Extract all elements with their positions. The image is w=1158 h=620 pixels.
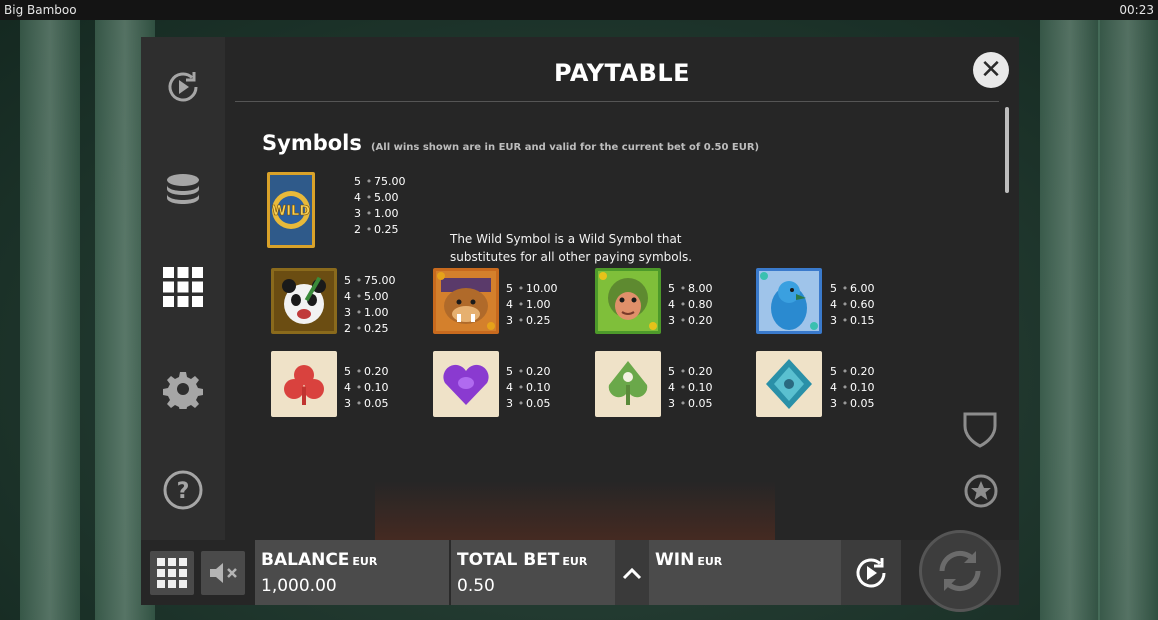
spin-button[interactable]	[919, 530, 1001, 612]
balance-currency: EUR	[352, 555, 378, 568]
mute-icon	[210, 563, 237, 583]
monkey-symbol-image	[595, 268, 661, 334]
heart-symbol-image	[433, 351, 499, 417]
total-bet-display: TOTAL BET EUR 0.50	[451, 540, 615, 605]
svg-text:?: ?	[177, 479, 190, 504]
bear-pays: 5 • 10.00 4 • 1.00 3 • 0.25	[506, 282, 558, 327]
paytable-content: Symbols (All wins shown are in EUR and v…	[225, 101, 985, 540]
bear-symbol-image	[433, 268, 499, 334]
win-display: WIN EUR	[649, 540, 841, 605]
menu-button[interactable]	[150, 551, 194, 595]
help-icon[interactable]: ?	[163, 470, 203, 510]
symbols-heading: Symbols (All wins shown are in EUR and v…	[262, 131, 759, 155]
chevron-up-icon	[622, 567, 642, 579]
star-icon[interactable]	[963, 473, 999, 509]
mute-button[interactable]	[201, 551, 245, 595]
clock: 00:23	[1119, 3, 1154, 17]
spade-pays: 5 • 0.20 4 • 0.10 3 • 0.05	[668, 365, 713, 410]
paytable-title: PAYTABLE	[553, 59, 691, 87]
spin-icon	[939, 550, 981, 592]
autoplay-icon	[856, 557, 886, 587]
close-icon: ✕	[980, 55, 1002, 85]
balance-value: 1,000.00	[261, 576, 337, 596]
bottom-bar: BALANCE EUR 1,000.00 TOTAL BET EUR 0.50 WI…	[141, 530, 1019, 612]
close-button[interactable]: ✕	[973, 52, 1009, 88]
heart-pays: 5 • 0.20 4 • 0.10 3 • 0.05	[506, 365, 551, 410]
club-symbol-image	[271, 351, 337, 417]
balance-display: BALANCE EUR 1,000.00	[255, 540, 449, 605]
bet-increase-button[interactable]	[615, 540, 649, 605]
autoplay-button[interactable]	[841, 540, 901, 605]
grid-menu-icon	[157, 558, 187, 588]
diamond-pays: 5 • 0.20 4 • 0.10 3 • 0.05	[830, 365, 875, 410]
bird-pays: 5 • 6.00 4 • 0.60 3 • 0.15	[830, 282, 875, 327]
wild-label: WILD	[272, 204, 310, 219]
section-note: (All wins shown are in EUR and valid for…	[370, 142, 760, 153]
settings-icon[interactable]	[163, 369, 203, 409]
autoplay-icon[interactable]	[163, 67, 203, 107]
section-title: Symbols	[262, 131, 362, 155]
scrollbar[interactable]	[1005, 107, 1009, 193]
paytable-panel: ? PAYTABLE ✕ Symbols (All wins shown are…	[141, 37, 1019, 605]
win-currency: EUR	[697, 555, 723, 568]
bird-symbol-image	[756, 268, 822, 334]
wild-description: The Wild Symbol is a Wild Symbol that su…	[450, 232, 693, 264]
win-label: WIN	[655, 550, 695, 570]
spin-area	[901, 530, 1019, 612]
club-pays: 5 • 0.20 4 • 0.10 3 • 0.05	[344, 365, 389, 410]
window-title: Big Bamboo	[4, 3, 77, 17]
window-title-bar: Big Bamboo 00:23	[0, 0, 1158, 20]
wild-pays: 5 • 75.00 4 • 5.00 3 • 1.00 2 • 0.25	[354, 175, 406, 236]
menu-rail: ?	[141, 37, 225, 540]
grid-menu-icon[interactable]	[163, 267, 203, 307]
wild-symbol-image: WILD	[267, 172, 315, 248]
total-bet-label: TOTAL BET	[457, 550, 560, 570]
monkey-pays: 5 • 8.00 4 • 0.80 3 • 0.20	[668, 282, 713, 327]
total-bet-value: 0.50	[457, 576, 495, 596]
coins-icon[interactable]	[163, 169, 203, 209]
total-bet-currency: EUR	[562, 555, 588, 568]
panda-pays: 5 • 75.00 4 • 5.00 3 • 1.00 2 • 0.25	[344, 274, 396, 335]
shield-icon[interactable]	[963, 412, 997, 448]
panda-symbol-image	[271, 268, 337, 334]
diamond-symbol-image	[756, 351, 822, 417]
spade-symbol-image	[595, 351, 661, 417]
balance-label: BALANCE	[261, 550, 350, 570]
